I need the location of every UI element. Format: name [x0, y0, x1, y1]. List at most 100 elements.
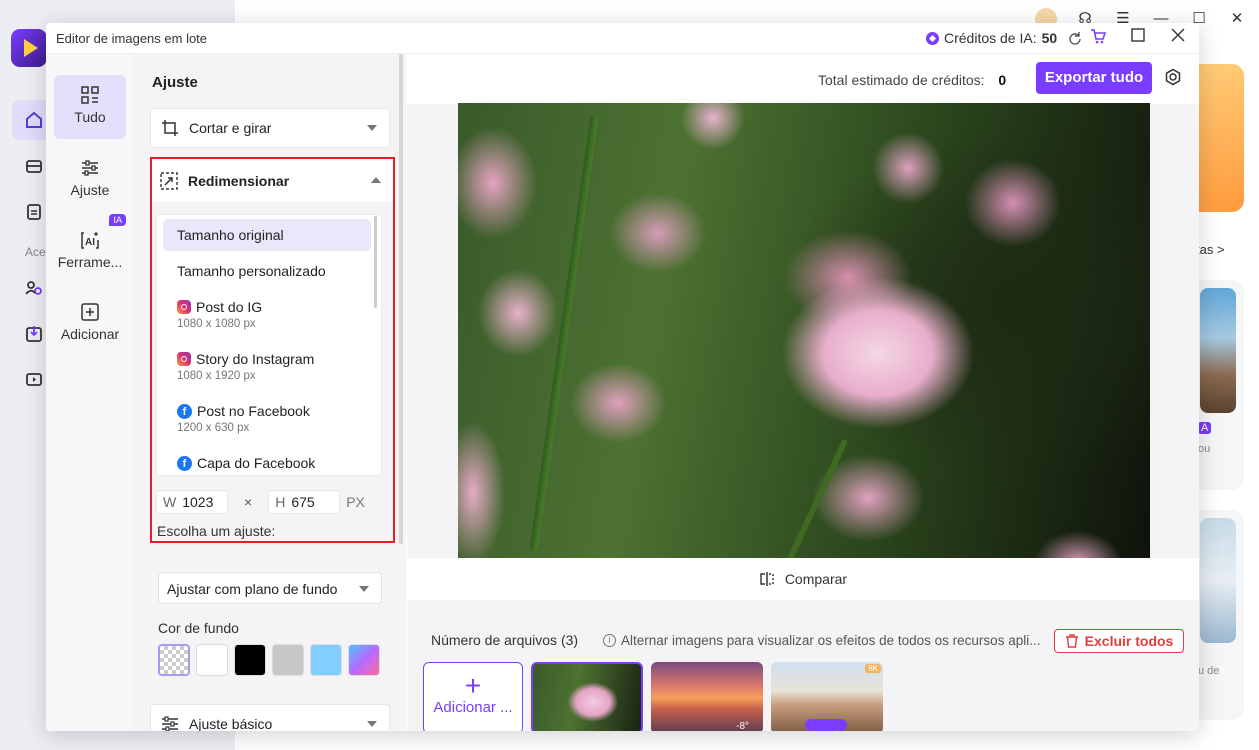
size-option-label: Story do Instagram: [196, 351, 315, 367]
see-more-link[interactable]: tas >: [1196, 242, 1225, 257]
resize-header[interactable]: Redimensionar: [152, 159, 393, 203]
basic-adjust-section[interactable]: Ajuste básico: [150, 704, 390, 731]
ai-credits: Créditos de IA: 50: [926, 30, 1082, 46]
maximize-icon[interactable]: [1129, 28, 1147, 48]
sliders-icon: [162, 716, 178, 731]
app-logo: [11, 29, 47, 67]
resize-icon: [160, 171, 178, 190]
swatch-black[interactable]: [234, 644, 266, 676]
chevron-up-icon: [371, 177, 381, 183]
swatch-transparent[interactable]: [158, 644, 190, 676]
swatch-white[interactable]: [196, 644, 228, 676]
compare-label: Comparar: [784, 571, 848, 587]
size-option-custom[interactable]: Tamanho personalizado: [163, 255, 371, 287]
tab-ai-tools[interactable]: IA AI Ferrame...: [54, 214, 126, 284]
size-option-label: Capa do Facebook: [197, 455, 316, 471]
times-sign: ×: [244, 494, 253, 510]
export-all-button[interactable]: Exportar tudo: [1036, 62, 1152, 94]
fit-mode-select[interactable]: Ajustar com plano de fundo: [158, 572, 382, 604]
thumbnail-flower[interactable]: [531, 662, 643, 731]
facebook-icon: f: [177, 455, 192, 471]
card-caption: u de: [1198, 665, 1220, 677]
crop-rotate-section[interactable]: Cortar e girar: [150, 108, 390, 148]
adjust-panel: Ajuste Cortar e girar Redimensionar Tama…: [134, 54, 406, 731]
height-field[interactable]: H 675: [268, 490, 341, 514]
add-icon: [81, 303, 99, 321]
close-icon[interactable]: ✕: [1227, 9, 1247, 29]
svg-text:AI: AI: [85, 237, 95, 248]
tab-label: Adicionar: [60, 326, 120, 342]
add-image-button[interactable]: + Adicionar ...: [423, 662, 523, 731]
crop-icon: [162, 120, 178, 136]
panel-scrollbar[interactable]: [399, 54, 403, 544]
fit-mode-value: Ajustar com plano de fundo: [167, 581, 338, 597]
choose-fit-label: Escolha um ajuste:: [157, 523, 276, 539]
tab-add[interactable]: Adicionar: [54, 292, 126, 356]
ai-badge: IA: [109, 214, 126, 226]
thumbnail-friends[interactable]: 8K: [771, 662, 883, 731]
height-value: 675: [291, 494, 315, 510]
size-preset-list: Tamanho original Tamanho personalizado P…: [156, 214, 382, 476]
preview-area: Total estimado de créditos: 0 Exportar t…: [407, 54, 1199, 731]
close-icon[interactable]: [1169, 28, 1187, 48]
settings-icon[interactable]: [1164, 68, 1182, 86]
size-option-fb-post[interactable]: f Post no Facebook 1200 x 630 px: [163, 397, 371, 445]
chevron-down-icon: [367, 125, 377, 131]
size-option-label: Post do IG: [196, 299, 263, 315]
size-option-dimensions: 1080 x 1080 px: [177, 318, 256, 330]
tab-label: Tudo: [74, 109, 106, 125]
crop-rotate-label: Cortar e girar: [189, 120, 272, 136]
swatch-custom-gradient[interactable]: [348, 644, 380, 676]
credits-label: Créditos de IA:: [944, 30, 1037, 46]
tool-category-nav: Tudo Ajuste IA AI Ferrame... Adicionar: [46, 54, 134, 731]
card-badge: A: [1198, 422, 1212, 434]
preview-image: [458, 103, 1150, 558]
chevron-down-icon: [367, 721, 377, 727]
estimated-credits-label: Total estimado de créditos:: [818, 72, 985, 88]
size-option-label: Post no Facebook: [197, 403, 310, 419]
compare-button[interactable]: Comparar: [407, 558, 1199, 600]
grid-icon: [81, 86, 99, 104]
dimension-inputs: W 1023 × H 675 PX: [156, 490, 365, 514]
dialog-titlebar: Editor de imagens em lote Créditos de IA…: [46, 23, 1199, 54]
width-value: 1023: [182, 494, 214, 510]
height-label: H: [275, 494, 286, 510]
thumbnail-sunset[interactable]: -8°: [651, 662, 763, 731]
image-stem: [529, 114, 599, 552]
size-option-label: Tamanho personalizado: [177, 263, 326, 279]
size-option-dimensions: 1080 x 1920 px: [177, 370, 256, 382]
swatch-light-blue[interactable]: [310, 644, 342, 676]
batch-editor-dialog: Editor de imagens em lote Créditos de IA…: [46, 23, 1199, 731]
nav-section-label: Ace: [25, 245, 46, 259]
hint-label: Alternar imagens para visualizar os efei…: [621, 633, 1041, 648]
tab-adjust[interactable]: Ajuste: [54, 148, 126, 212]
panel-title: Ajuste: [152, 74, 198, 91]
cart-icon[interactable]: [1089, 28, 1107, 48]
rotation-badge: -8°: [736, 721, 749, 731]
refresh-icon[interactable]: [1068, 31, 1082, 45]
background-color-label: Cor de fundo: [158, 620, 239, 636]
unit-label: PX: [346, 494, 365, 510]
size-option-original[interactable]: Tamanho original: [163, 219, 371, 251]
tab-all[interactable]: Tudo: [54, 75, 126, 139]
card-caption: ou: [1198, 443, 1211, 455]
basic-adjust-label: Ajuste básico: [189, 716, 273, 731]
hint-text: i Alternar imagens para visualizar os ef…: [603, 633, 1040, 648]
swatch-gray[interactable]: [272, 644, 304, 676]
delete-all-button[interactable]: Excluir todos: [1054, 629, 1184, 653]
resize-section: Redimensionar Tamanho original Tamanho p…: [150, 157, 395, 543]
trash-icon: [1065, 634, 1078, 648]
preview-toolbar: Total estimado de créditos: 0 Exportar t…: [407, 54, 1199, 104]
dialog-title: Editor de imagens em lote: [56, 31, 208, 46]
size-option-ig-story[interactable]: Story do Instagram 1080 x 1920 px: [163, 345, 371, 393]
size-option-ig-post[interactable]: Post do IG 1080 x 1080 px: [163, 293, 371, 341]
list-scrollbar[interactable]: [374, 216, 377, 308]
chevron-down-icon: [359, 586, 369, 592]
resolution-badge: 8K: [865, 664, 881, 673]
add-image-label: Adicionar ...: [433, 699, 513, 716]
delete-all-label: Excluir todos: [1084, 633, 1174, 649]
facebook-icon: f: [177, 403, 192, 419]
width-field[interactable]: W 1023: [156, 490, 228, 514]
size-option-fb-cover[interactable]: f Capa do Facebook: [163, 449, 371, 475]
estimated-credits-value: 0: [998, 72, 1007, 88]
